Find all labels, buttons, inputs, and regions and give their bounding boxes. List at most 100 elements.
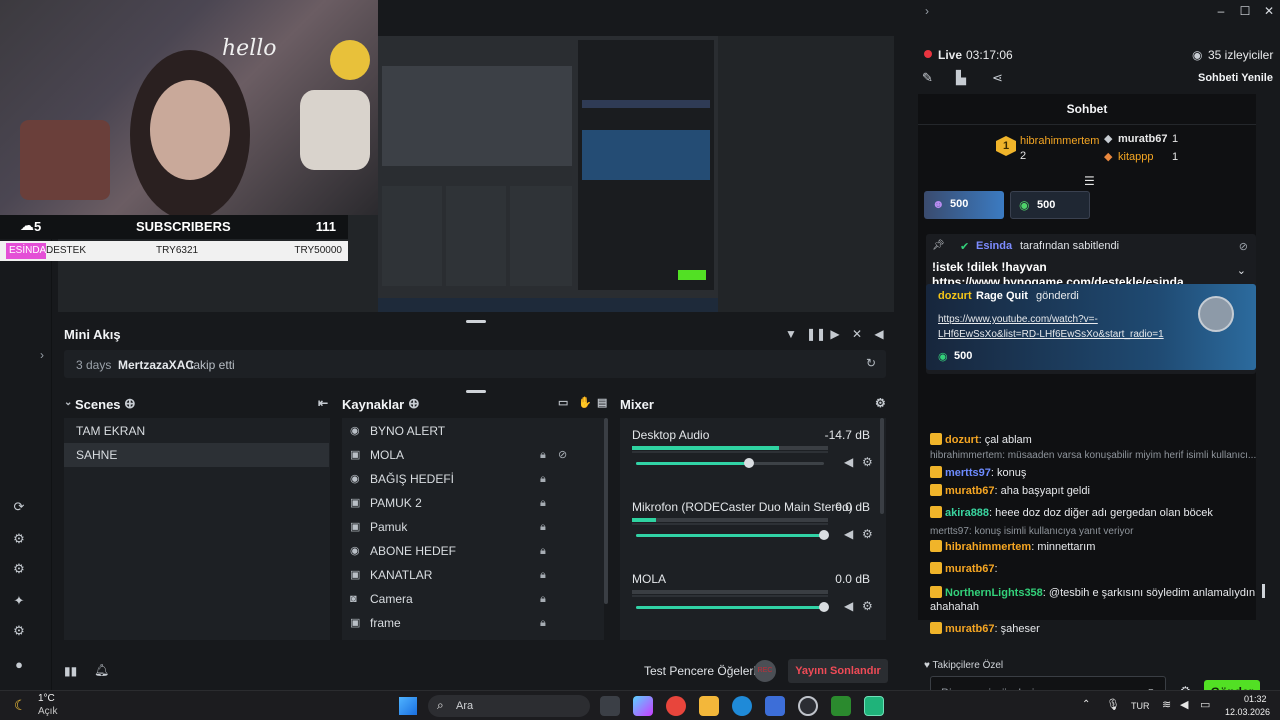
add-source-icon[interactable]: ⊕	[408, 395, 420, 412]
source-item[interactable]: ◉ BAĞIŞ HEDEFİ 🔒︎	[342, 467, 604, 491]
channel-settings-icon[interactable]: ⚙	[862, 599, 873, 613]
volume-slider-knob[interactable]	[743, 458, 754, 468]
scene-item[interactable]: TAM EKRAN	[64, 419, 329, 443]
magic-icon[interactable]: ✦	[10, 592, 28, 610]
lock-icon[interactable]: 🔒︎	[540, 587, 546, 611]
maximize-button[interactable]: ☐	[1238, 4, 1252, 18]
clapper-icon[interactable]: ▙	[956, 70, 966, 86]
folder-icon[interactable]: ✋	[578, 396, 592, 409]
user-icon[interactable]: ●	[10, 656, 28, 674]
lock-icon[interactable]: 🔒︎	[540, 443, 546, 467]
chevron-down-icon[interactable]: ⌄	[1237, 264, 1246, 277]
obs-icon[interactable]	[798, 696, 818, 716]
collapse-dock-icon[interactable]: ⇤	[318, 396, 328, 410]
volume-slider[interactable]	[636, 602, 829, 612]
channel-settings-icon[interactable]: ⚙	[862, 455, 873, 469]
battery-icon[interactable]: ▭	[1200, 698, 1210, 711]
add-folder-icon[interactable]: ▤	[597, 396, 607, 409]
pause-icon[interactable]: ❚❚	[806, 327, 826, 341]
microphone-icon[interactable]: 🎙︎	[1106, 698, 1120, 711]
clock-date[interactable]: 12.03.2026	[1225, 707, 1270, 717]
volume-slider-knob[interactable]	[819, 530, 829, 540]
language-indicator[interactable]: TUR	[1131, 701, 1150, 711]
channel-settings-icon[interactable]: ⚙	[862, 527, 873, 541]
list-icon[interactable]: ☰	[1084, 174, 1095, 188]
collapse-icon[interactable]: ⌄	[64, 397, 72, 408]
add-scene-icon[interactable]: ⊕	[124, 395, 136, 412]
clock-time[interactable]: 01:32	[1244, 694, 1267, 704]
streamlabs-icon[interactable]	[864, 696, 884, 716]
windows-start-icon[interactable]	[399, 697, 417, 715]
badge-counter[interactable]: ◉ 500	[1010, 191, 1090, 219]
expand-left-icon[interactable]: ›	[40, 348, 44, 362]
lock-icon[interactable]: 🔒︎	[540, 467, 546, 491]
lock-icon[interactable]: 🔒︎	[540, 491, 546, 515]
chrome-icon[interactable]	[666, 696, 686, 716]
mixer-scrollbar[interactable]	[880, 418, 884, 514]
stats-icon[interactable]: ▮▮	[64, 664, 77, 678]
test-widgets-label[interactable]: Test Pencere Öğeleri	[644, 664, 756, 678]
chat-username[interactable]: muratb67	[945, 623, 995, 635]
source-item[interactable]: ◉ ABONE HEDEF 🔒︎	[342, 539, 604, 563]
sources-scrollbar[interactable]	[604, 418, 608, 604]
podium-third-user[interactable]: kitappp	[1118, 151, 1153, 163]
file-explorer-icon[interactable]	[699, 696, 719, 716]
weather-description[interactable]: Açık	[38, 706, 57, 717]
minimize-button[interactable]: –	[1214, 4, 1228, 18]
chat-username[interactable]: muratb67	[945, 563, 995, 575]
copilot-icon[interactable]	[633, 696, 653, 716]
scene-item-active[interactable]: SAHNE	[64, 443, 329, 467]
badge-counter[interactable]: ☻ 500	[924, 191, 1004, 219]
chat-username[interactable]: hibrahimmertem	[945, 541, 1031, 553]
settings-icon[interactable]: ⚙	[10, 622, 28, 640]
share-icon[interactable]: ⋖	[992, 70, 1003, 86]
source-item[interactable]: ▣ PAMUK 2 🔒︎	[342, 491, 604, 515]
mute-icon[interactable]: ◀	[844, 599, 853, 613]
filter-icon[interactable]: ▼	[784, 327, 798, 341]
dock-resize-handle[interactable]	[466, 390, 486, 393]
volume-slider[interactable]	[636, 530, 829, 540]
skip-icon[interactable]: ▶	[828, 327, 842, 341]
unpin-icon[interactable]: ⊘	[1239, 240, 1248, 253]
refresh-chat-button[interactable]: Sohbeti Yenile	[1198, 72, 1273, 84]
speaker-icon[interactable]: ◀	[1180, 698, 1188, 711]
mute-icon[interactable]: ◀	[844, 527, 853, 541]
pinned-by[interactable]: Esinda	[976, 240, 1012, 252]
hidden-eye-icon[interactable]: ⊘	[558, 443, 567, 467]
layout-icon[interactable]: ▭	[558, 396, 568, 409]
mute-alerts-icon[interactable]: ✕	[850, 327, 864, 341]
scene-transition-icon[interactable]: ⟳	[10, 498, 28, 516]
volume-slider-knob[interactable]	[819, 602, 829, 612]
bell-icon[interactable]: 🔔︎	[94, 663, 109, 677]
mixer-settings-icon[interactable]: ⚙	[875, 396, 886, 410]
podium-first-user[interactable]: hibrahimmertem	[1020, 135, 1099, 147]
chat-username[interactable]: mertts97	[945, 467, 991, 479]
chat-username[interactable]: NorthernLights358	[945, 587, 1043, 599]
donation-user[interactable]: dozurt	[938, 290, 972, 302]
volume-icon[interactable]: ◀	[872, 327, 886, 341]
end-stream-button[interactable]: Yayını Sonlandır	[788, 659, 888, 683]
lock-icon[interactable]: 🔒︎	[540, 539, 546, 563]
lock-icon[interactable]: 🔒︎	[540, 611, 546, 635]
xbox-icon[interactable]	[831, 696, 851, 716]
edge-icon[interactable]	[732, 696, 752, 716]
source-item[interactable]: ▣ MOLA 🔒︎ ⊘	[342, 443, 604, 467]
replay-icon[interactable]: ↻	[866, 356, 876, 370]
source-item[interactable]: ▣ frame 🔒︎	[342, 611, 604, 635]
source-item[interactable]: ▣ KANATLAR 🔒︎	[342, 563, 604, 587]
chevron-up-icon[interactable]: ⌃	[1082, 699, 1090, 710]
mute-icon[interactable]: ◀	[844, 455, 853, 469]
chat-username[interactable]: muratb67	[945, 485, 995, 497]
lock-icon[interactable]: 🔒︎	[540, 563, 546, 587]
collapse-chat-icon[interactable]: ›	[920, 4, 934, 18]
taskbar-search[interactable]: ⌕ Ara	[428, 695, 590, 717]
volume-slider[interactable]	[636, 458, 824, 468]
chat-username[interactable]: dozurt	[945, 434, 979, 446]
audio-settings-icon[interactable]: ⚙	[10, 560, 28, 578]
donation-link-2[interactable]: LHf6EwSsXo&list=RD-LHf6EwSsXo&start_radi…	[938, 329, 1164, 340]
event-user[interactable]: MertzazaXAC	[118, 358, 194, 372]
chat-scrollbar[interactable]	[1262, 584, 1265, 598]
source-item[interactable]: ◙ Camera 🔒︎	[342, 587, 604, 611]
source-item[interactable]: ▣ Pamuk 🔒︎	[342, 515, 604, 539]
lock-icon[interactable]: 🔒︎	[540, 515, 546, 539]
